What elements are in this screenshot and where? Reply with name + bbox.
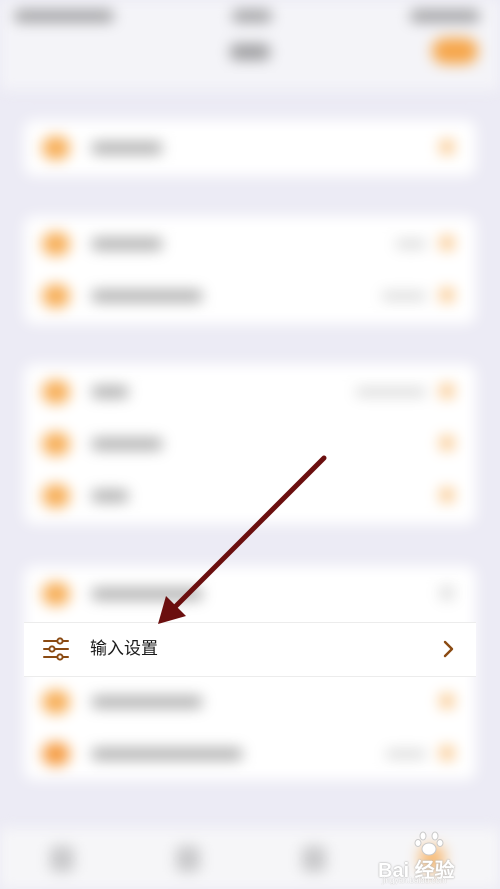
paw-icon: [414, 831, 444, 856]
list-item: [24, 676, 476, 728]
tab-icon-blur: [50, 846, 74, 872]
blurred-background: [0, 0, 500, 889]
chevron-icon: [440, 384, 454, 398]
item-text-blur: [92, 238, 162, 250]
list-item: [24, 470, 476, 522]
battery-text-blur: [410, 10, 480, 22]
tab-icon-blur: [176, 846, 200, 872]
item-value-blur: [382, 292, 426, 300]
item-text-blur: [92, 696, 202, 708]
item-icon: [42, 232, 70, 256]
list-item: [24, 418, 476, 470]
tab-icon-blur: [302, 846, 326, 872]
chevron-icon: [440, 746, 454, 760]
settings-group-2: [24, 216, 476, 324]
item-icon: [42, 742, 70, 766]
item-text-blur: [92, 490, 128, 502]
item-text-blur: [92, 588, 202, 600]
item-text-blur: [92, 290, 202, 302]
chevron-icon: [440, 488, 454, 502]
watermark-url: jingyan.baidu.com: [382, 876, 447, 885]
item-text-blur: [92, 438, 162, 450]
item-text-blur: [92, 748, 242, 760]
time-text-blur: [232, 10, 272, 22]
item-icon: [42, 380, 70, 404]
list-item: [24, 728, 476, 780]
item-icon: [42, 284, 70, 308]
settings-group-1: [24, 120, 476, 176]
input-settings-row[interactable]: 输入设置: [24, 622, 476, 677]
item-value-blur: [356, 388, 426, 396]
chevron-icon: [440, 236, 454, 250]
list-item: [24, 122, 476, 174]
sliders-icon: [42, 636, 70, 662]
baidu-jingyan-watermark: Bai 经验 jingyan.baidu.com: [378, 830, 498, 886]
chevron-icon: [440, 288, 454, 302]
chevron-icon: [440, 436, 454, 450]
item-icon: [42, 432, 70, 456]
list-item: [24, 270, 476, 322]
settings-group-3: [24, 364, 476, 524]
toggle-blur: [440, 586, 454, 600]
item-icon: [42, 690, 70, 714]
top-bar: [0, 0, 500, 90]
item-text-blur: [92, 142, 162, 154]
chevron-right-icon: [442, 640, 454, 658]
list-item: [24, 218, 476, 270]
chevron-icon: [440, 140, 454, 154]
item-value-blur: [396, 240, 426, 248]
header-action-blur: [432, 38, 478, 64]
list-item: [24, 568, 476, 620]
item-icon: [42, 136, 70, 160]
list-item: [24, 366, 476, 418]
item-icon: [42, 582, 70, 606]
input-settings-label: 输入设置: [90, 639, 158, 658]
page-title-blur: [230, 44, 270, 60]
item-text-blur: [92, 386, 128, 398]
item-icon: [42, 484, 70, 508]
item-value-blur: [386, 750, 426, 758]
chevron-icon: [440, 694, 454, 708]
carrier-text-blur: [14, 10, 114, 22]
